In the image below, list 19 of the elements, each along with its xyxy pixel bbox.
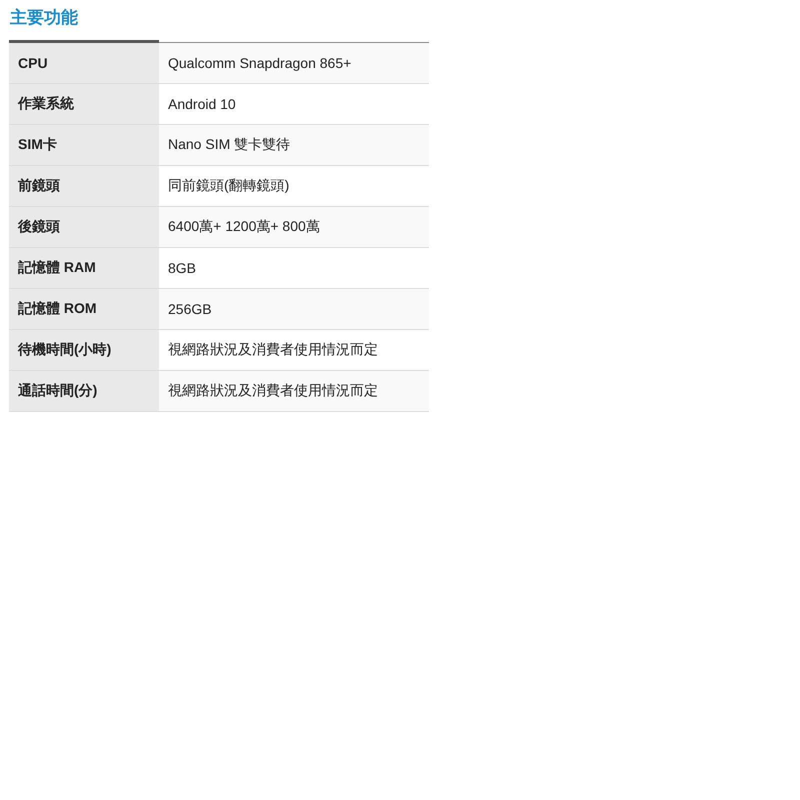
spec-value: 6400萬+ 1200萬+ 800萬 bbox=[159, 206, 429, 248]
spec-label: 後鏡頭 bbox=[9, 206, 159, 248]
spec-value: 視網路狀況及消費者使用情況而定 bbox=[159, 330, 429, 370]
spec-value: Qualcomm Snapdragon 865+ bbox=[159, 43, 429, 84]
spec-label: CPU bbox=[9, 43, 159, 84]
spec-value: 256GB bbox=[159, 288, 429, 330]
spec-value: 視網路狀況及消費者使用情況而定 bbox=[159, 370, 429, 412]
spec-value: Nano SIM 雙卡雙待 bbox=[159, 124, 429, 166]
spec-label: 前鏡頭 bbox=[9, 166, 159, 206]
spec-value: 同前鏡頭(翻轉鏡頭) bbox=[159, 166, 429, 206]
spec-label: 作業系統 bbox=[9, 84, 159, 124]
spec-label: 待機時間(小時) bbox=[9, 330, 159, 370]
spec-label: 通話時間(分) bbox=[9, 370, 159, 412]
spec-label: 記憶體 ROM bbox=[9, 288, 159, 330]
spec-label: 記憶體 RAM bbox=[9, 248, 159, 288]
spec-label: SIM卡 bbox=[9, 124, 159, 166]
spec-value: Android 10 bbox=[159, 84, 429, 124]
section-heading: 主要功能 bbox=[10, 7, 79, 29]
spec-value: 8GB bbox=[159, 248, 429, 288]
